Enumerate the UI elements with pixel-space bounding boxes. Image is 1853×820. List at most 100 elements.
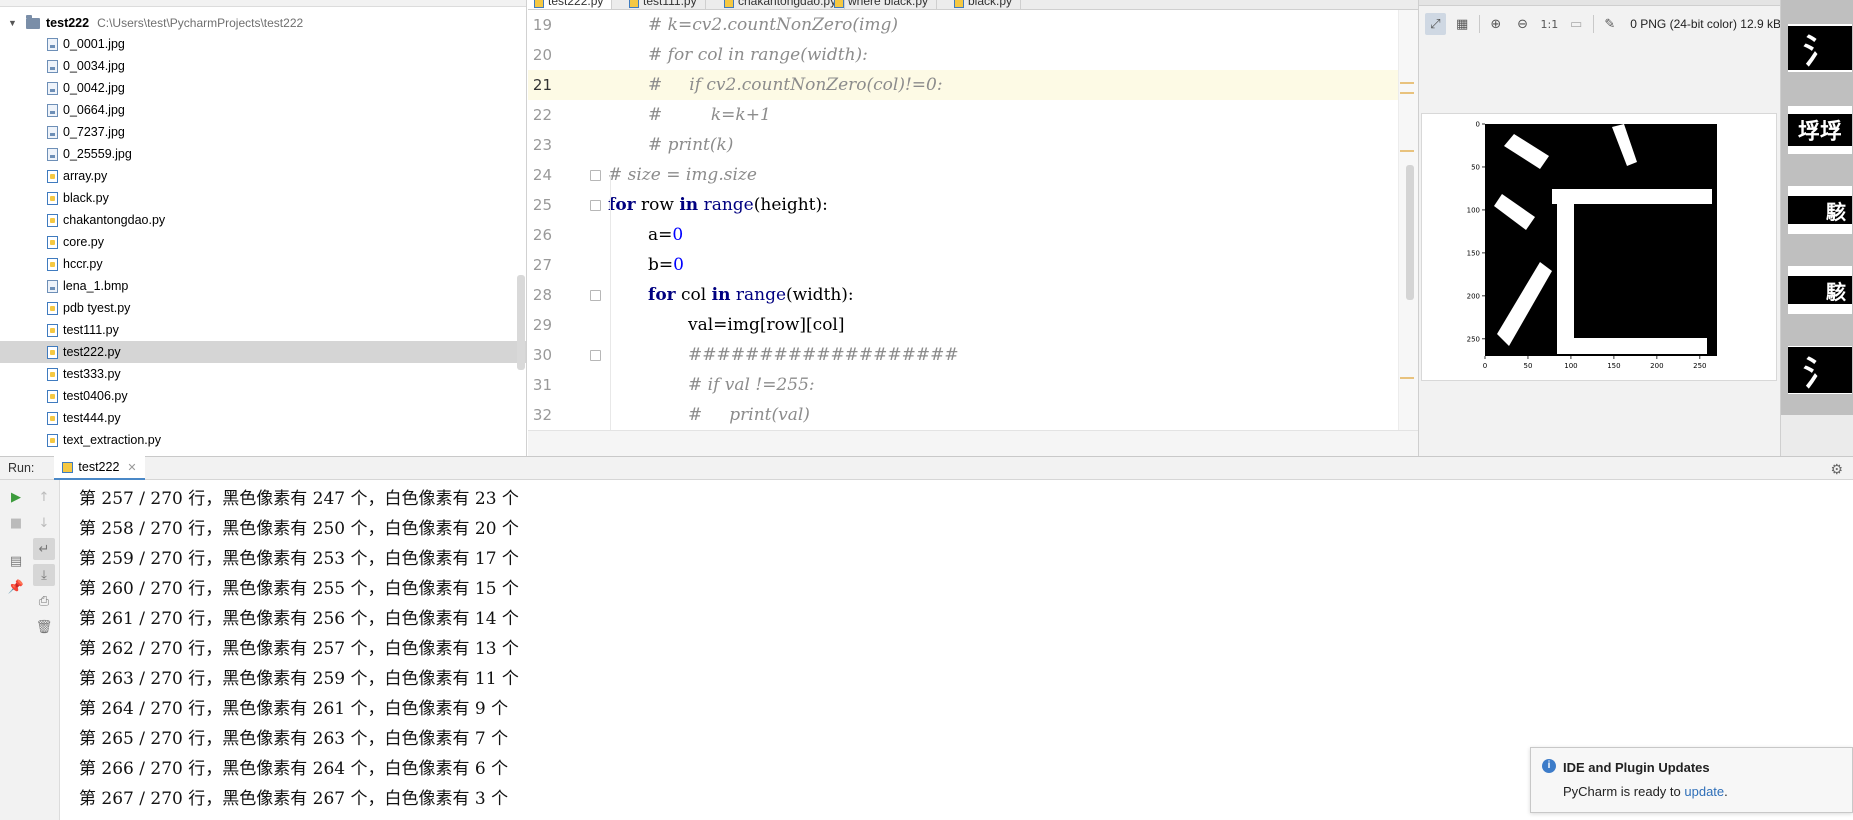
- code-line[interactable]: # size = img.size: [608, 160, 1418, 190]
- project-file-item[interactable]: text_extraction.py: [0, 429, 526, 451]
- warning-mark[interactable]: [1400, 82, 1414, 84]
- image-file-icon: [47, 59, 58, 73]
- run-tab-label: test222: [78, 460, 120, 474]
- rerun-icon[interactable]: ▶: [5, 486, 27, 508]
- code-line[interactable]: # if val !=255:: [608, 370, 1418, 400]
- update-notification[interactable]: i IDE and Plugin Updates PyCharm is read…: [1530, 747, 1853, 813]
- editor-tab[interactable]: black.py: [948, 0, 1022, 9]
- thumbnail-item[interactable]: 駭: [1788, 266, 1852, 314]
- actual-size-button[interactable]: 1:1: [1539, 13, 1560, 35]
- project-file-item[interactable]: pdb tyest.py: [0, 297, 526, 319]
- chevron-down-icon[interactable]: ▼: [8, 18, 18, 28]
- notification-title: IDE and Plugin Updates: [1563, 760, 1710, 775]
- thumbnail-item[interactable]: 垺垺: [1788, 106, 1852, 154]
- thumbnail-item[interactable]: 氵: [1788, 346, 1852, 394]
- code-area[interactable]: # k=cv2.countNonZero(img) # for col in ra…: [608, 10, 1418, 430]
- line-number-row: 21: [528, 70, 608, 100]
- arrow-up-icon[interactable]: ↑: [33, 486, 55, 508]
- gear-icon[interactable]: ⚙: [1830, 461, 1843, 478]
- code-line[interactable]: ###################: [608, 340, 1418, 370]
- code-line[interactable]: # for col in range(width):: [608, 40, 1418, 70]
- code-line[interactable]: # k=cv2.countNonZero(img): [608, 10, 1418, 40]
- folder-icon: [26, 14, 40, 29]
- grid-icon[interactable]: ▦: [1452, 13, 1473, 35]
- editor-tab[interactable]: test222.py: [528, 0, 613, 9]
- print-icon[interactable]: ⎙: [33, 590, 55, 612]
- run-tab[interactable]: test222 ✕: [54, 456, 145, 480]
- editor-tab[interactable]: chakantongdao.py: [718, 0, 846, 9]
- project-file-item[interactable]: lena_1.bmp: [0, 275, 526, 297]
- close-icon[interactable]: ✕: [127, 461, 136, 474]
- project-file-item[interactable]: test333.py: [0, 363, 526, 385]
- line-number-row: 29: [528, 310, 608, 340]
- project-file-list: 0_0001.jpg 0_0034.jpg 0_0042.jpg 0_0664.jpg…: [0, 33, 526, 451]
- code-token: (height):: [753, 195, 828, 215]
- code-line[interactable]: for row in range(height):: [608, 190, 1418, 220]
- thumbnail-item[interactable]: 氵: [1788, 24, 1852, 72]
- code-line[interactable]: # print(k): [608, 130, 1418, 160]
- project-file-item[interactable]: array.py: [0, 165, 526, 187]
- project-file-item[interactable]: chakantongdao.py: [0, 209, 526, 231]
- editor-scrollbar[interactable]: [1406, 165, 1414, 300]
- project-file-item[interactable]: hccr.py: [0, 253, 526, 275]
- layout-icon[interactable]: ▤: [5, 550, 27, 572]
- code-line[interactable]: # k=k+1: [608, 100, 1418, 130]
- warning-mark[interactable]: [1400, 377, 1414, 379]
- project-file-item[interactable]: 0_0001.jpg: [0, 33, 526, 55]
- fold-icon[interactable]: [590, 350, 601, 361]
- python-file-icon: [47, 345, 58, 359]
- arrow-down-icon[interactable]: ↓: [33, 512, 55, 534]
- code-token: # if cv2.countNonZero(col)!=0:: [648, 75, 943, 95]
- project-file-item[interactable]: 0_0034.jpg: [0, 55, 526, 77]
- fit-zoom-icon[interactable]: ⤢: [1425, 13, 1446, 35]
- project-file-item[interactable]: test222.py: [0, 341, 526, 363]
- zoom-in-icon[interactable]: ⊕: [1485, 13, 1506, 35]
- project-root[interactable]: ▼ test222 C:\Users\test\PycharmProjects\…: [0, 12, 526, 34]
- editor-tab[interactable]: where black.py: [828, 0, 938, 9]
- run-label: Run:: [8, 461, 35, 475]
- color-picker-icon[interactable]: ✎: [1599, 13, 1620, 35]
- update-link[interactable]: update: [1684, 784, 1724, 799]
- project-scrollbar[interactable]: [517, 275, 525, 370]
- stop-icon[interactable]: ■: [5, 512, 27, 534]
- line-number: 27: [532, 256, 552, 274]
- code-line[interactable]: # print(val): [608, 400, 1418, 430]
- pin-icon[interactable]: 📌: [5, 576, 27, 598]
- project-file-item[interactable]: test111.py: [0, 319, 526, 341]
- code-line[interactable]: val=img[row][col]: [608, 310, 1418, 340]
- project-file-item[interactable]: 0_25559.jpg: [0, 143, 526, 165]
- line-number: 31: [532, 376, 552, 394]
- editor-tab[interactable]: test111.py: [623, 0, 706, 9]
- project-file-item[interactable]: test444.py: [0, 407, 526, 429]
- code-line[interactable]: for col in range(width):: [608, 280, 1418, 310]
- project-file-item[interactable]: test0406.py: [0, 385, 526, 407]
- project-file-name: 0_7237.jpg: [63, 125, 125, 139]
- project-panel: ▼ test222 C:\Users\test\PycharmProjects\…: [0, 0, 527, 456]
- line-number-row: 27: [528, 250, 608, 280]
- project-file-item[interactable]: core.py: [0, 231, 526, 253]
- code-line[interactable]: b=0: [608, 250, 1418, 280]
- python-file-icon: [47, 411, 58, 425]
- project-file-item[interactable]: 0_0664.jpg: [0, 99, 526, 121]
- project-file-item[interactable]: black.py: [0, 187, 526, 209]
- code-line[interactable]: # if cv2.countNonZero(col)!=0:: [608, 70, 1418, 100]
- warning-mark[interactable]: [1400, 150, 1414, 152]
- trash-icon[interactable]: 🗑: [33, 616, 55, 638]
- project-file-name: 0_0034.jpg: [63, 59, 125, 73]
- soft-wrap-icon[interactable]: ↵: [33, 538, 55, 560]
- x-tick-label: 0: [1483, 362, 1487, 370]
- sciview-tabs: [1419, 0, 1781, 6]
- code-line[interactable]: a=0: [608, 220, 1418, 250]
- fold-icon[interactable]: [590, 200, 601, 211]
- project-file-item[interactable]: 0_0042.jpg: [0, 77, 526, 99]
- thumbnail-item[interactable]: 駭: [1788, 186, 1852, 234]
- background-icon[interactable]: ▭: [1566, 13, 1587, 35]
- zoom-out-icon[interactable]: ⊖: [1512, 13, 1533, 35]
- line-number: 19: [532, 16, 552, 34]
- console-line: 第 260 / 270 行，黑色像素有 255 个，白色像素有 15 个: [79, 579, 519, 599]
- scroll-to-end-icon[interactable]: ⤓: [33, 564, 55, 586]
- warning-mark[interactable]: [1400, 92, 1414, 94]
- project-file-item[interactable]: 0_7237.jpg: [0, 121, 526, 143]
- fold-icon[interactable]: [590, 170, 601, 181]
- fold-icon[interactable]: [590, 290, 601, 301]
